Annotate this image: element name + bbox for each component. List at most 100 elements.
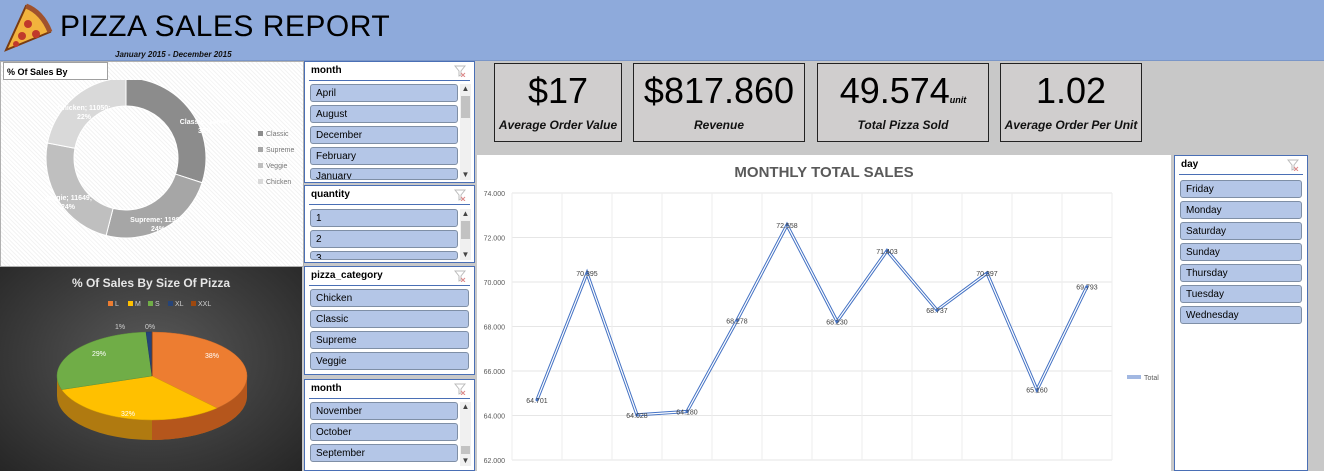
- size-pie-chart: L M S XL XXL 38% 32% 29% 1% 0%: [56, 301, 248, 440]
- y-tick-label: 74.000: [484, 191, 506, 198]
- legend-swatch: [258, 179, 263, 184]
- donut-data-label: 24%: [151, 226, 166, 233]
- slicer-item-sunday[interactable]: Sunday: [1180, 243, 1302, 261]
- month-slicer-2-title: month: [311, 383, 342, 394]
- slicer-divider: [309, 285, 470, 286]
- quantity-slicer-title: quantity: [311, 189, 350, 200]
- scroll-down-icon[interactable]: ▼: [460, 250, 471, 260]
- data-label: 70.397: [976, 271, 998, 278]
- data-label: 69.793: [1076, 285, 1098, 292]
- slicer-item-qty-2[interactable]: 2: [310, 230, 458, 248]
- kpi-label: Total Pizza Sold: [857, 118, 949, 132]
- kpi-label: Revenue: [693, 118, 745, 132]
- pizza-category-slicer[interactable]: pizza_category Chicken Classic Supreme V…: [304, 266, 475, 375]
- slicer-item-qty-3[interactable]: 3: [310, 251, 458, 260]
- legend-swatch: [108, 301, 113, 306]
- slicer-item-supreme[interactable]: Supreme: [310, 331, 469, 349]
- slicer-item-november[interactable]: November: [310, 402, 458, 420]
- y-tick-label: 64.000: [484, 414, 506, 421]
- slicer-item-january[interactable]: January: [310, 168, 458, 180]
- kpi-label: Average Order Value: [498, 118, 618, 132]
- month-slicer-2[interactable]: month November October September ▲ ▼: [304, 379, 475, 471]
- month-slicer[interactable]: month April August December February Jan…: [304, 61, 475, 183]
- pizza-logo-icon: [4, 3, 53, 52]
- donut-legend-item: Supreme: [266, 147, 295, 154]
- y-tick-label: 70.000: [484, 280, 506, 287]
- slicer-item-october[interactable]: October: [310, 423, 458, 441]
- month-slicer-title: month: [311, 65, 342, 76]
- data-label: 64.028: [626, 413, 648, 420]
- kpi-average-order-per-unit: 1.02 Average Order Per Unit: [1000, 63, 1142, 142]
- kpi-label: Average Order Per Unit: [1004, 118, 1138, 132]
- slicer-item-friday[interactable]: Friday: [1180, 180, 1302, 198]
- donut-legend-item: Classic: [266, 131, 289, 138]
- scroll-thumb[interactable]: [461, 96, 470, 118]
- scroll-down-icon[interactable]: ▼: [460, 170, 471, 180]
- slicer-item-september[interactable]: September: [310, 444, 458, 462]
- legend-swatch: [258, 147, 263, 152]
- clear-filter-icon[interactable]: [1287, 159, 1299, 171]
- scroll-down-icon[interactable]: ▼: [460, 456, 471, 466]
- slicer-item-april[interactable]: April: [310, 84, 458, 102]
- slicer-item-wednesday[interactable]: Wednesday: [1180, 306, 1302, 324]
- slicer-item-chicken[interactable]: Chicken: [310, 289, 469, 307]
- scroll-up-icon[interactable]: ▲: [460, 402, 471, 412]
- donut-title-box: % Of Sales By: [3, 62, 108, 80]
- slicer-divider: [309, 80, 470, 81]
- kpi-unit: unit: [949, 95, 967, 105]
- data-label: 71.403: [876, 249, 898, 256]
- pie-legend-item: XXL: [198, 301, 211, 308]
- legend-swatch: [258, 131, 263, 136]
- slicer-divider: [1179, 174, 1303, 175]
- slicer-item-saturday[interactable]: Saturday: [1180, 222, 1302, 240]
- slicer-scrollbar[interactable]: ▲ ▼: [460, 84, 471, 180]
- kpi-value: $817.860: [643, 70, 795, 111]
- quantity-slicer[interactable]: quantity 1 2 3 ▲ ▼: [304, 185, 475, 263]
- data-label: 68.230: [826, 319, 848, 326]
- data-label: 72.558: [776, 223, 798, 230]
- legend-swatch: [168, 301, 173, 306]
- kpi-value: $17: [527, 70, 589, 111]
- donut-slice-classic: [125, 80, 207, 184]
- scroll-up-icon[interactable]: ▲: [460, 209, 471, 219]
- monthly-sales-title: MONTHLY TOTAL SALES: [734, 164, 914, 181]
- clear-filter-icon[interactable]: [454, 383, 466, 395]
- slicer-item-veggie[interactable]: Veggie: [310, 352, 469, 370]
- slicer-item-tuesday[interactable]: Tuesday: [1180, 285, 1302, 303]
- slicer-item-february[interactable]: February: [310, 147, 458, 165]
- clear-filter-icon[interactable]: [454, 270, 466, 282]
- legend-swatch: [191, 301, 196, 306]
- slicer-item-monday[interactable]: Monday: [1180, 201, 1302, 219]
- monthly-sales-line-chart: 62.000 64.000 66.000 68.000 70.000 72.000 74.0…: [484, 191, 1160, 465]
- pie-legend-item: M: [135, 301, 141, 308]
- report-period: January 2015 - December 2015: [115, 50, 232, 59]
- pie-data-label: 32%: [121, 411, 135, 418]
- y-tick-label: 66.000: [484, 369, 506, 376]
- kpi-average-order-value: $17 Average Order Value: [494, 63, 622, 142]
- y-tick-label: 68.000: [484, 325, 506, 332]
- slicer-scrollbar[interactable]: ▲ ▼: [460, 402, 471, 466]
- slicer-item-december[interactable]: December: [310, 126, 458, 144]
- slicer-item-classic[interactable]: Classic: [310, 310, 469, 328]
- scroll-thumb[interactable]: [461, 221, 470, 239]
- clear-filter-icon[interactable]: [454, 65, 466, 77]
- slicer-scrollbar[interactable]: ▲ ▼: [460, 209, 471, 260]
- slicer-item-thursday[interactable]: Thursday: [1180, 264, 1302, 282]
- scroll-up-icon[interactable]: ▲: [460, 84, 471, 94]
- slicer-divider: [309, 398, 470, 399]
- pie-data-label: 29%: [92, 351, 106, 358]
- kpi-value: 1.02: [1035, 70, 1107, 111]
- legend-swatch: [148, 301, 153, 306]
- kpi-revenue: $817.860 Revenue: [633, 63, 805, 142]
- pie-data-label: 1%: [115, 324, 125, 331]
- data-label: 68.737: [926, 308, 948, 315]
- donut-data-label: 24%: [61, 204, 76, 211]
- clear-filter-icon[interactable]: [454, 189, 466, 201]
- slicer-item-qty-1[interactable]: 1: [310, 209, 458, 227]
- size-pie-title: % Of Sales By Size Of Pizza: [71, 276, 231, 290]
- page-title: PIZZA SALES REPORT: [60, 10, 391, 43]
- day-slicer[interactable]: day Friday Monday Saturday Sunday Thursd…: [1174, 155, 1308, 471]
- kpi-number: 49.574: [839, 70, 950, 111]
- scroll-thumb[interactable]: [461, 446, 470, 454]
- slicer-item-august[interactable]: August: [310, 105, 458, 123]
